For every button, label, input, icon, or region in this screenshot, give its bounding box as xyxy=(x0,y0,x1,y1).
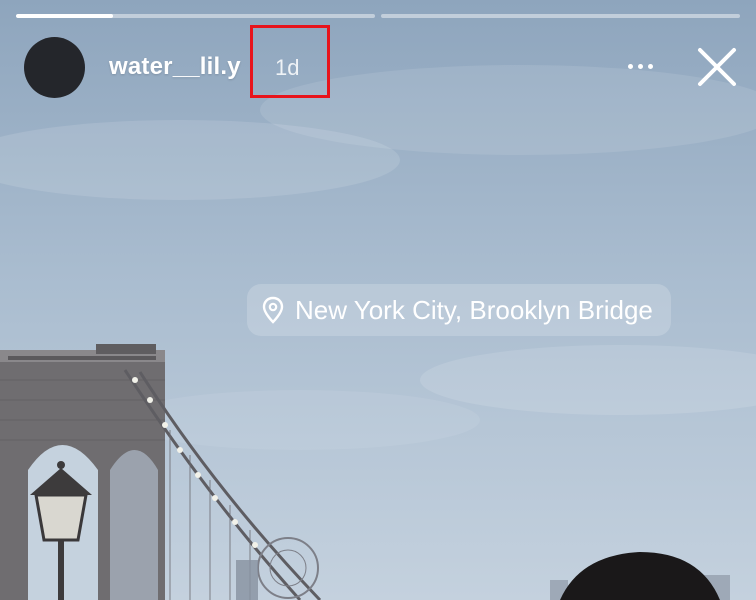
close-button[interactable] xyxy=(696,46,738,88)
bridge-tower xyxy=(0,344,165,600)
location-label: New York City, Brooklyn Bridge xyxy=(295,294,653,325)
progress-segment-fill xyxy=(16,14,113,18)
more-dots-icon xyxy=(627,63,633,69)
close-icon xyxy=(698,48,736,86)
progress-segment xyxy=(16,14,375,18)
story-progress-bar xyxy=(16,14,740,20)
username[interactable]: water__lil.y xyxy=(109,53,241,81)
progress-segment xyxy=(381,14,740,18)
more-dots-icon xyxy=(637,63,643,69)
avatar[interactable] xyxy=(24,37,85,98)
more-dots-icon xyxy=(647,63,653,69)
more-options-button[interactable] xyxy=(618,54,662,78)
highlight-box xyxy=(250,25,330,98)
location-sticker[interactable]: New York City, Brooklyn Bridge xyxy=(247,284,671,336)
location-pin-icon xyxy=(262,296,284,324)
